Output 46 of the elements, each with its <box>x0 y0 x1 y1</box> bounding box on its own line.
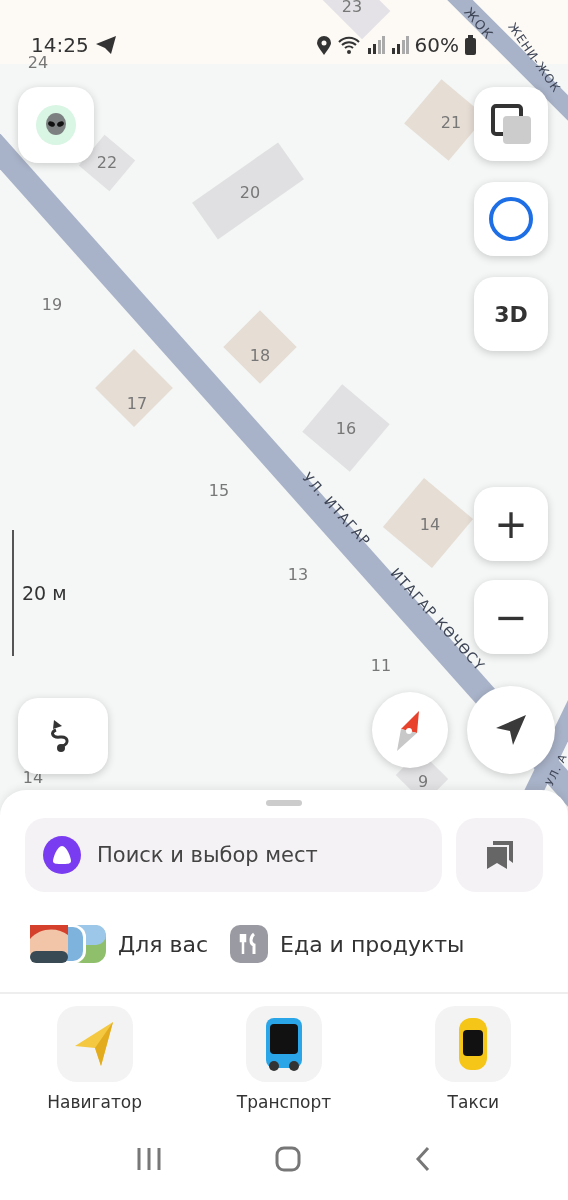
wifi-icon <box>336 35 361 55</box>
house-number: 13 <box>287 565 309 584</box>
category-chip[interactable]: Еда и продукты <box>230 925 465 963</box>
app-shortcut[interactable]: Навигатор <box>0 1006 190 1112</box>
app-shortcut[interactable]: Транспорт <box>189 1006 379 1112</box>
alien-icon <box>36 105 76 145</box>
signal-icon <box>390 36 409 54</box>
photo-thumbnails-icon <box>30 925 106 963</box>
house-number: 15 <box>208 481 230 500</box>
house-number: 18 <box>249 346 271 365</box>
scale-label: 20 м <box>22 582 67 604</box>
house-number: 19 <box>41 295 63 314</box>
assistant-icon <box>43 836 81 874</box>
navigation-arrow-icon <box>494 713 528 747</box>
house-number: 11 <box>370 656 392 675</box>
house-number: 20 <box>239 183 261 202</box>
house-number: 9 <box>417 772 429 791</box>
assistant-button[interactable] <box>474 182 548 256</box>
home-icon <box>275 1146 301 1172</box>
house-number: 17 <box>126 394 148 413</box>
sheet-handle[interactable] <box>266 800 302 806</box>
bookmarks-button[interactable] <box>456 818 543 892</box>
recent-apps-icon <box>136 1147 163 1171</box>
search-field[interactable]: Поиск и выбор мест <box>25 818 442 892</box>
house-number: 14 <box>419 515 441 534</box>
telegram-icon <box>94 35 117 55</box>
house-number: 23 <box>341 0 363 16</box>
house-number: 21 <box>440 113 462 132</box>
ring-icon <box>487 195 535 243</box>
app-shortcut[interactable]: Такси <box>378 1006 568 1112</box>
zoom-in-button[interactable]: + <box>474 487 548 561</box>
back-icon <box>413 1146 432 1172</box>
search-placeholder: Поиск и выбор мест <box>97 843 318 867</box>
battery-percent: 60% <box>414 33 459 57</box>
layers-icon <box>491 104 531 144</box>
profile-button[interactable] <box>18 87 94 163</box>
house-number: 16 <box>335 419 357 438</box>
category-chip[interactable]: Для вас <box>30 925 209 963</box>
fork-knife-icon <box>230 925 269 963</box>
location-pin-icon <box>316 35 331 55</box>
3d-button[interactable]: 3D <box>474 277 548 351</box>
street-label: УЛ. А <box>543 751 568 789</box>
house-number: 22 <box>96 153 118 172</box>
bookmarks-icon <box>486 841 513 869</box>
signal-icon <box>366 36 385 54</box>
bus-icon <box>264 1016 304 1072</box>
